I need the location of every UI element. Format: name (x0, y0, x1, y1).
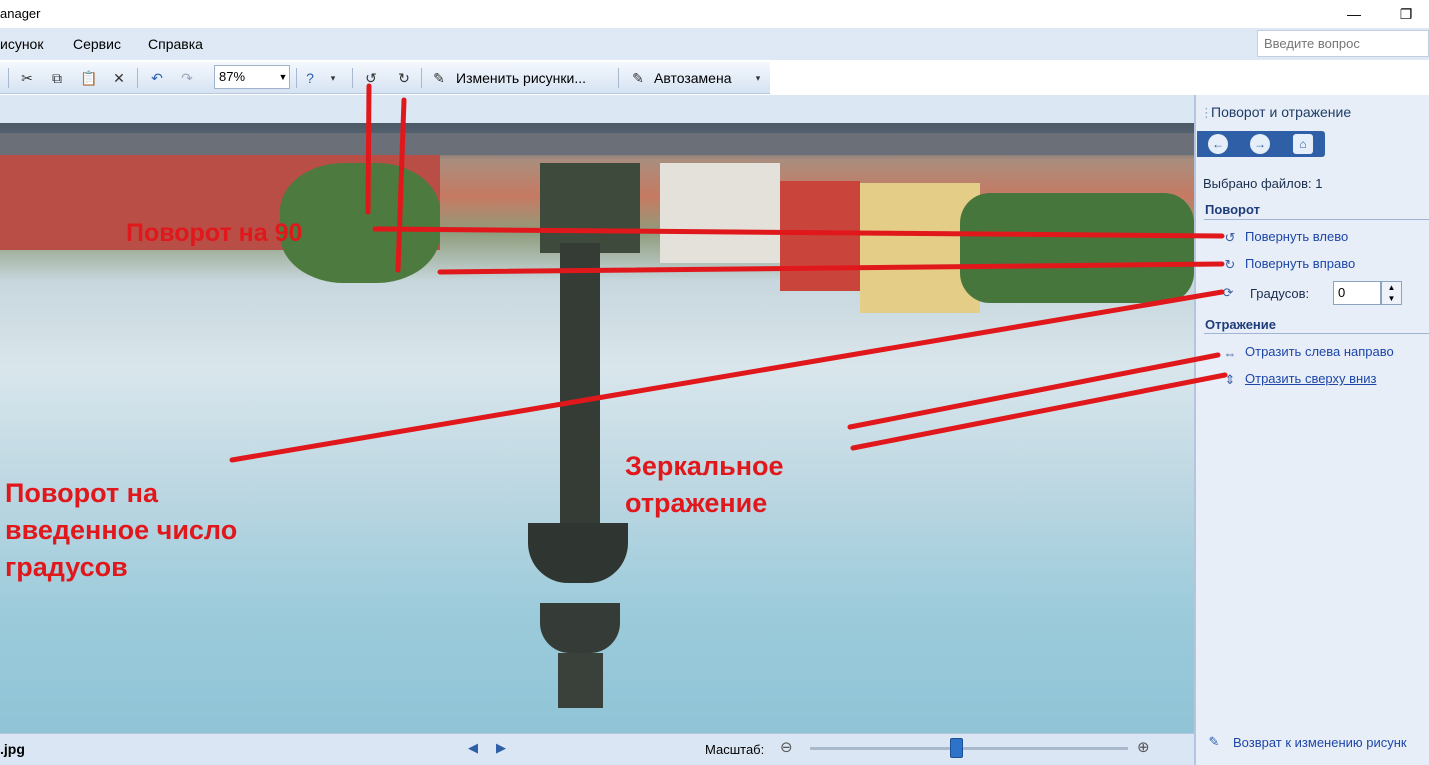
toolbar-separator (352, 68, 353, 88)
monument-ships (540, 603, 620, 653)
toolbar-options-icon[interactable]: ▾ (328, 69, 338, 87)
task-pane (1194, 95, 1429, 765)
edit-pictures-icon[interactable]: ✎ (430, 69, 448, 87)
flip-vertical-icon[interactable]: ⇕ (1221, 371, 1239, 389)
window-title: anager (0, 6, 41, 21)
flip-horizontal-link[interactable]: Отразить слева направо (1245, 344, 1394, 359)
edit-pictures-icon[interactable]: ✎ (1205, 733, 1223, 751)
zoom-in-icon[interactable]: ⊕ (1137, 738, 1150, 756)
help-search-input[interactable]: Введите вопрос (1257, 30, 1429, 57)
annotation-line: Зеркальное (625, 451, 784, 481)
annotation-rotate-degrees: Поворот на введенное число градусов (5, 475, 237, 586)
menu-bar: исунок Сервис Справка (0, 28, 1429, 60)
back-to-edit-link[interactable]: Возврат к изменению рисунк (1233, 735, 1429, 750)
next-picture-icon[interactable]: ▶ (496, 740, 506, 756)
annotation-mirror: Зеркальное отражение (625, 448, 784, 522)
rotate-left-link[interactable]: Повернуть влево (1245, 229, 1348, 244)
chevron-down-icon[interactable]: ▼ (276, 65, 290, 89)
autocorrect-button[interactable]: Автозамена (654, 70, 732, 86)
delete-icon[interactable]: ✕ (110, 69, 128, 87)
rotate-left-icon[interactable]: ↺ (1221, 229, 1239, 247)
section-divider (1204, 333, 1429, 334)
toolbar-separator (421, 68, 422, 88)
toolbar-separator (137, 68, 138, 88)
monument-ships (558, 653, 603, 708)
back-icon[interactable]: ← (1208, 134, 1228, 154)
autocorrect-icon[interactable]: ✎ (629, 69, 647, 87)
rotation-header: Поворот (1205, 202, 1260, 217)
flip-vertical-link[interactable]: Отразить сверху вниз (1245, 371, 1376, 386)
menu-picture[interactable]: исунок (0, 36, 43, 52)
zoom-slider-thumb[interactable] (949, 738, 963, 758)
status-filename: .jpg (0, 741, 25, 757)
picture-preview[interactable] (0, 123, 1194, 733)
degrees-spinner[interactable]: ▲ ▼ (1381, 281, 1402, 305)
title-bar: anager — ❐ (0, 0, 1429, 28)
degrees-rotate-icon: ⟳ (1222, 285, 1234, 300)
monument-column (560, 243, 600, 523)
toolbar-separator (8, 68, 9, 88)
rotate-left-icon[interactable]: ↺ (362, 69, 380, 87)
tree-group (280, 163, 440, 283)
toolbar-options-icon[interactable]: ▾ (753, 69, 763, 87)
annotation-line: градусов (5, 552, 128, 582)
annotation-rotate-90: Поворот на 90 (126, 219, 303, 247)
section-divider (1204, 219, 1429, 220)
degrees-input[interactable]: 0 (1333, 281, 1381, 305)
copy-icon[interactable]: ⧉ (48, 69, 66, 87)
forward-icon[interactable]: → (1250, 134, 1270, 154)
monument-base (540, 163, 640, 253)
embankment-wall (0, 133, 1194, 155)
paste-icon[interactable]: 📋 (80, 69, 98, 87)
help-icon[interactable]: ? (301, 69, 319, 87)
toolbar-separator (296, 68, 297, 88)
restore-button[interactable]: ❐ (1383, 0, 1429, 28)
files-selected-label: Выбрано файлов: 1 (1203, 176, 1323, 191)
flip-header: Отражение (1205, 317, 1276, 332)
menu-service[interactable]: Сервис (73, 36, 121, 52)
redo-icon[interactable]: ↷ (178, 69, 196, 87)
previous-picture-icon[interactable]: ◀ (468, 740, 478, 756)
home-icon[interactable]: ⌂ (1293, 134, 1313, 154)
minimize-button[interactable]: — (1331, 0, 1377, 28)
flip-horizontal-icon[interactable]: ⇔ (1221, 344, 1239, 362)
red-tower (780, 181, 860, 291)
edit-pictures-button[interactable]: Изменить рисунки... (456, 70, 586, 86)
zoom-out-icon[interactable]: ⊖ (780, 738, 793, 756)
degrees-label: Градусов: (1250, 286, 1310, 301)
rotate-right-icon[interactable]: ↻ (1221, 256, 1239, 274)
scale-label: Масштаб: (705, 742, 765, 757)
zoom-slider[interactable] (810, 747, 1128, 750)
annotation-line: введенное число (5, 515, 238, 545)
rotate-right-icon[interactable]: ↻ (395, 69, 413, 87)
tree-group (960, 193, 1194, 303)
undo-icon[interactable]: ↶ (148, 69, 166, 87)
rotate-right-link[interactable]: Повернуть вправо (1245, 256, 1355, 271)
menu-help[interactable]: Справка (148, 36, 203, 52)
white-building (660, 163, 780, 263)
pane-title: Поворот и отражение (1211, 104, 1352, 120)
monument-ships (528, 523, 628, 583)
cut-icon[interactable]: ✂ (18, 69, 36, 87)
toolbar-separator (618, 68, 619, 88)
document-tab-strip (0, 95, 1194, 123)
annotation-line: отражение (625, 488, 768, 518)
annotation-line: Поворот на (5, 478, 158, 508)
